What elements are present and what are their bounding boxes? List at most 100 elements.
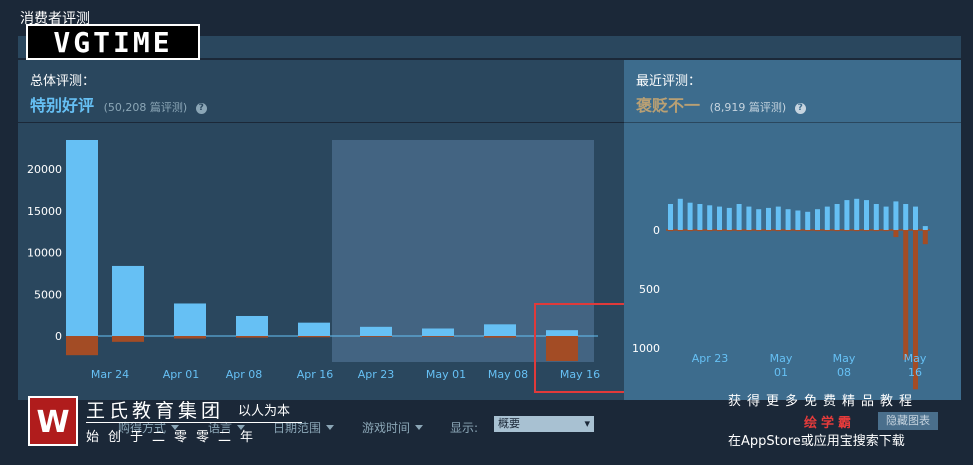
recent-histogram[interactable]: 05001000Apr 23 May01May08May16 <box>624 122 961 400</box>
positive-bar <box>785 209 791 230</box>
negative-bar <box>707 230 713 232</box>
positive-bar <box>677 198 683 230</box>
negative-bar <box>546 336 578 362</box>
negative-bar <box>854 230 860 232</box>
ad-subtitle: 始创于二零零二年 <box>86 430 263 445</box>
positive-bar <box>174 303 206 336</box>
positive-bar <box>112 265 144 336</box>
y-tick-label: 20000 <box>27 163 62 176</box>
ad-divider <box>86 422 302 423</box>
positive-bar <box>893 201 899 230</box>
positive-bar <box>824 206 830 230</box>
negative-bar <box>883 230 889 232</box>
negative-bar <box>824 230 830 232</box>
overall-reviews-header: 总体评测： 特别好评 (50,208 篇评测) ? <box>18 60 624 123</box>
negative-bar <box>726 230 732 232</box>
promo-line1: 获得更多免费精品教程 <box>728 394 919 409</box>
wangshi-logo: W <box>28 396 78 446</box>
promo-brand: 绘学霸 <box>804 416 856 431</box>
overall-reviews-panel: 总体评测： 特别好评 (50,208 篇评测) ? 20000 15000 1000… <box>18 60 624 400</box>
positive-bar <box>864 200 869 230</box>
overall-review-count: (50,208 篇评测) <box>103 101 188 114</box>
x-tick-label: Apr 23 <box>692 352 729 365</box>
recent-reviews-header: 最近评测： 褒贬不一 (8,919 篇评测) ? <box>624 60 961 123</box>
promo-line3: 在AppStore或应用宝搜索下载 <box>728 434 905 449</box>
x-tick-label: May 08 <box>488 368 528 381</box>
display-select[interactable]: 概要 ▾ <box>494 416 594 432</box>
y-tick-label: 0 <box>653 224 660 237</box>
y-tick-label: 5000 <box>34 288 62 301</box>
display-select-value: 概要 <box>498 417 520 430</box>
positive-bar <box>854 198 860 230</box>
negative-bar <box>422 336 454 337</box>
chevron-down-icon: ▾ <box>584 417 590 430</box>
negative-bar <box>174 336 206 339</box>
negative-bar <box>668 230 673 232</box>
negative-bar <box>360 336 392 337</box>
negative-bar <box>903 230 909 360</box>
x-tick-label: 08 <box>837 366 851 379</box>
positive-bar <box>697 204 703 230</box>
negative-bar <box>893 230 899 238</box>
question-icon[interactable]: ? <box>794 103 806 114</box>
positive-bar <box>873 204 879 230</box>
positive-bar <box>736 204 742 230</box>
negative-bar <box>756 230 762 232</box>
positive-bar <box>484 324 516 336</box>
positive-bar <box>726 207 732 230</box>
negative-bar <box>746 230 752 232</box>
positive-bar <box>360 326 392 336</box>
positive-bar <box>668 204 673 230</box>
question-icon[interactable]: ? <box>195 103 207 114</box>
y-tick-label: 10000 <box>27 247 62 260</box>
recent-review-count: (8,919 篇评测) <box>709 101 787 114</box>
negative-bar <box>922 230 928 245</box>
x-tick-label: Mar 24 <box>91 368 129 381</box>
positive-bar <box>766 207 771 230</box>
negative-bar <box>112 336 144 342</box>
x-tick-label: Apr 01 <box>163 368 200 381</box>
positive-bar <box>844 200 850 230</box>
positive-bar <box>687 202 693 230</box>
positive-bar <box>903 204 909 230</box>
overall-rating: 特别好评 (50,208 篇评测) ? <box>30 92 207 116</box>
recent-reviews-title: 最近评测： <box>636 74 702 89</box>
positive-bar <box>546 330 578 336</box>
positive-bar <box>717 206 722 230</box>
positive-bar <box>236 315 268 336</box>
chevron-down-icon <box>415 425 424 430</box>
display-label: 显示: <box>450 421 479 435</box>
x-tick-label: May <box>833 352 856 365</box>
positive-bar <box>756 209 762 230</box>
positive-bar <box>795 210 801 230</box>
y-tick-label: 500 <box>639 283 660 296</box>
negative-bar <box>717 230 722 232</box>
positive-bar <box>422 328 454 336</box>
x-tick-label: May 01 <box>426 368 466 381</box>
positive-bar <box>775 206 781 230</box>
x-tick-label: 16 <box>908 366 922 379</box>
positive-bar <box>883 206 889 230</box>
negative-bar <box>687 230 693 232</box>
negative-bar <box>697 230 703 232</box>
overall-histogram[interactable]: 20000 15000 10000 5000 0 Mar 24 Apr 01 Apr 08 Ap… <box>18 122 624 400</box>
y-tick-label: 0 <box>55 330 62 343</box>
negative-bar <box>873 230 879 232</box>
negative-bar <box>844 230 850 232</box>
x-tick-label: Apr 08 <box>226 368 263 381</box>
negative-bar <box>834 230 840 232</box>
recent-rating-text: 褒贬不一 <box>636 96 701 115</box>
positive-bar <box>922 226 928 230</box>
negative-bar <box>677 230 683 232</box>
negative-bar <box>736 230 742 232</box>
positive-bar <box>834 204 840 230</box>
y-tick-label: 15000 <box>27 205 62 218</box>
positive-bar <box>805 211 811 230</box>
negative-bar <box>795 230 801 232</box>
negative-bar <box>805 230 811 232</box>
negative-bar <box>775 230 781 232</box>
recent-rating: 褒贬不一 (8,919 篇评测) ? <box>636 92 806 116</box>
negative-bar <box>236 336 268 338</box>
negative-bar <box>864 230 869 232</box>
positive-bar <box>298 322 330 336</box>
